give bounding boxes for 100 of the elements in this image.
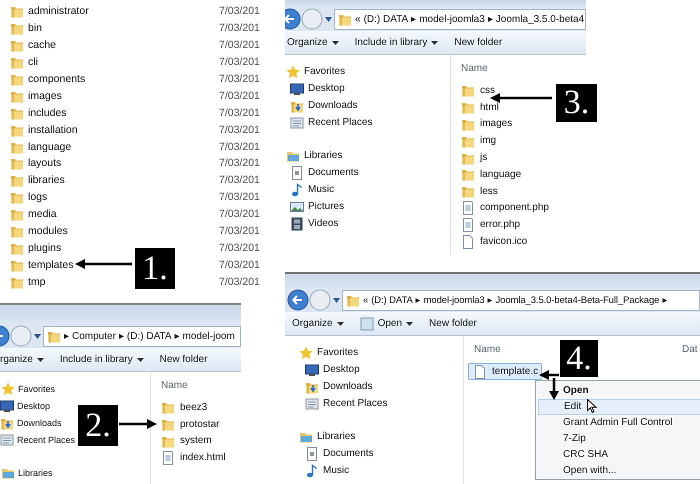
folder-name[interactable]: logs bbox=[28, 191, 48, 204]
document-icon bbox=[290, 166, 304, 180]
folder-name[interactable]: cache bbox=[28, 39, 56, 52]
nav-item[interactable]: Downloads bbox=[0, 414, 62, 431]
folder-name[interactable]: images bbox=[28, 90, 62, 102]
toolbar-button[interactable]: Organize bbox=[285, 314, 353, 334]
file-row[interactable]: template.c bbox=[468, 363, 542, 380]
nav-item[interactable]: Recent Places bbox=[0, 431, 76, 448]
folder-name[interactable]: installation bbox=[28, 124, 78, 136]
dropdown-caret-icon bbox=[325, 16, 332, 22]
file-row[interactable]: images bbox=[457, 116, 516, 132]
address-bar[interactable]: ▸ Computer ▸ (D:) DATA ▸ model-joom bbox=[43, 326, 241, 346]
address-segment[interactable]: « bbox=[363, 294, 368, 306]
address-segment[interactable]: « bbox=[355, 14, 361, 24]
address-segment[interactable]: ▸ bbox=[411, 13, 416, 25]
file-row[interactable]: img bbox=[457, 132, 500, 150]
address-segment[interactable]: Joomla_3.5.0-beta4-Beta-Full_Package bbox=[496, 294, 660, 306]
menu-item[interactable]: CRC SHA bbox=[536, 447, 700, 463]
folder-name[interactable]: cli bbox=[28, 56, 38, 68]
address-segment[interactable]: ▸ bbox=[488, 13, 493, 25]
folder-name[interactable]: tmp bbox=[28, 276, 46, 288]
folder-name[interactable]: media bbox=[28, 208, 57, 220]
toolbar-button[interactable]: rganize bbox=[0, 350, 53, 370]
nav-item[interactable]: Favorites bbox=[285, 63, 346, 80]
nav-item[interactable]: Desktop bbox=[285, 80, 345, 97]
toolbar-button[interactable]: Open bbox=[352, 314, 422, 334]
address-segment[interactable]: ▸ bbox=[662, 294, 668, 306]
caret-icon bbox=[406, 322, 414, 326]
menu-item[interactable]: Edit bbox=[538, 399, 700, 415]
file-row[interactable]: component.php bbox=[457, 200, 552, 216]
column-header[interactable]: Name bbox=[457, 62, 586, 74]
address-segment[interactable]: model-joomla3 bbox=[419, 14, 485, 24]
toolbar-button[interactable]: New folder bbox=[422, 314, 486, 334]
toolbar-button[interactable]: New folder bbox=[152, 350, 216, 370]
nav-item[interactable]: Libraries bbox=[285, 147, 342, 164]
folder-name[interactable]: components bbox=[28, 73, 86, 85]
nav-item[interactable]: Downloads bbox=[285, 97, 358, 114]
nav-item[interactable]: Documents bbox=[285, 164, 359, 181]
toolbar-button[interactable]: Include in library bbox=[348, 32, 448, 52]
column-header[interactable]: Name bbox=[157, 380, 241, 390]
menu-item[interactable]: Open with... bbox=[536, 463, 700, 479]
file-row[interactable]: language bbox=[457, 166, 524, 183]
file-row[interactable]: error.php bbox=[457, 216, 524, 234]
column-header[interactable]: Dat bbox=[682, 344, 698, 354]
address-segment[interactable]: model-joom bbox=[182, 330, 235, 342]
star-icon bbox=[299, 346, 313, 360]
file-row[interactable]: js bbox=[457, 149, 490, 166]
menu-item[interactable]: Open bbox=[536, 383, 700, 399]
address-segment[interactable]: ▸ bbox=[416, 294, 421, 306]
nav-item[interactable]: Downloads bbox=[285, 378, 372, 395]
nav-item[interactable]: Documents bbox=[285, 445, 374, 462]
address-segment[interactable]: model-joomla3 bbox=[424, 294, 485, 306]
address-segment[interactable]: ▸ bbox=[118, 330, 124, 342]
menu-item[interactable]: 7-Zip bbox=[536, 431, 700, 447]
address-segment[interactable]: Computer bbox=[72, 330, 116, 342]
caret-icon bbox=[332, 40, 339, 44]
file-row[interactable]: system bbox=[157, 432, 215, 450]
address-segment[interactable]: (D:) DATA bbox=[364, 14, 408, 24]
nav-item[interactable]: Libraries bbox=[285, 428, 356, 445]
address-segment[interactable]: (D:) DATA bbox=[371, 294, 413, 306]
nav-item[interactable]: Favorites bbox=[285, 344, 358, 361]
folder-name[interactable]: modules bbox=[28, 225, 68, 238]
folder-name[interactable]: language bbox=[28, 140, 72, 153]
folder-name[interactable]: layouts bbox=[28, 157, 62, 170]
address-segment[interactable]: ▸ bbox=[64, 330, 69, 342]
file-row[interactable]: protostar bbox=[157, 416, 222, 433]
folder-name[interactable]: administrator bbox=[28, 5, 89, 18]
nav-item[interactable]: Pictures bbox=[285, 198, 344, 215]
toolbar-button[interactable]: Organize bbox=[285, 32, 348, 52]
address-segment[interactable]: ▸ bbox=[174, 330, 180, 342]
folder-icon bbox=[461, 100, 475, 114]
nav-item[interactable]: Videos bbox=[285, 215, 338, 232]
address-segment[interactable]: (D:) DATA bbox=[126, 330, 172, 342]
file-row[interactable]: less bbox=[457, 182, 501, 200]
file-row[interactable]: css bbox=[457, 82, 498, 99]
folder-name[interactable]: bin bbox=[28, 22, 42, 34]
file-row[interactable]: index.html bbox=[157, 449, 229, 466]
menu-item[interactable]: Grant Admin Full Control bbox=[536, 415, 700, 431]
nav-item[interactable]: Favorites bbox=[0, 380, 56, 397]
nav-item[interactable]: Recent Places bbox=[285, 114, 372, 131]
folder-name[interactable]: plugins bbox=[28, 242, 62, 254]
address-bar[interactable]: « (D:) DATA ▸ model-joomla3 ▸ Joomla_3.5.0-beta4 bbox=[334, 8, 586, 30]
nav-item[interactable]: Music bbox=[285, 181, 334, 198]
nav-item[interactable]: Desktop bbox=[285, 361, 360, 378]
file-row[interactable]: favicon.ico bbox=[457, 233, 530, 250]
nav-item[interactable]: Desktop bbox=[0, 397, 50, 414]
folder-icon bbox=[10, 190, 24, 204]
nav-item[interactable]: Recent Places bbox=[285, 395, 388, 412]
address-segment[interactable]: ▸ bbox=[488, 294, 493, 306]
folder-name[interactable]: templates bbox=[28, 258, 74, 271]
address-bar[interactable]: « (D:) DATA ▸ model-joomla3 ▸ Joomla_3.5.0-beta4-Beta-Full_Package ▸ bbox=[342, 290, 700, 310]
toolbar-button[interactable]: New folder bbox=[447, 32, 512, 52]
toolbar-button[interactable]: Include in library bbox=[52, 350, 153, 370]
file-row[interactable]: beez3 bbox=[157, 399, 210, 416]
nav-item[interactable]: Music bbox=[285, 462, 350, 479]
folder-name[interactable]: includes bbox=[28, 106, 67, 119]
address-segment[interactable]: Joomla_3.5.0-beta4 bbox=[496, 14, 584, 24]
nav-item[interactable]: Libraries bbox=[0, 464, 53, 481]
file-row[interactable]: html bbox=[457, 98, 502, 116]
folder-name[interactable]: libraries bbox=[28, 174, 65, 186]
